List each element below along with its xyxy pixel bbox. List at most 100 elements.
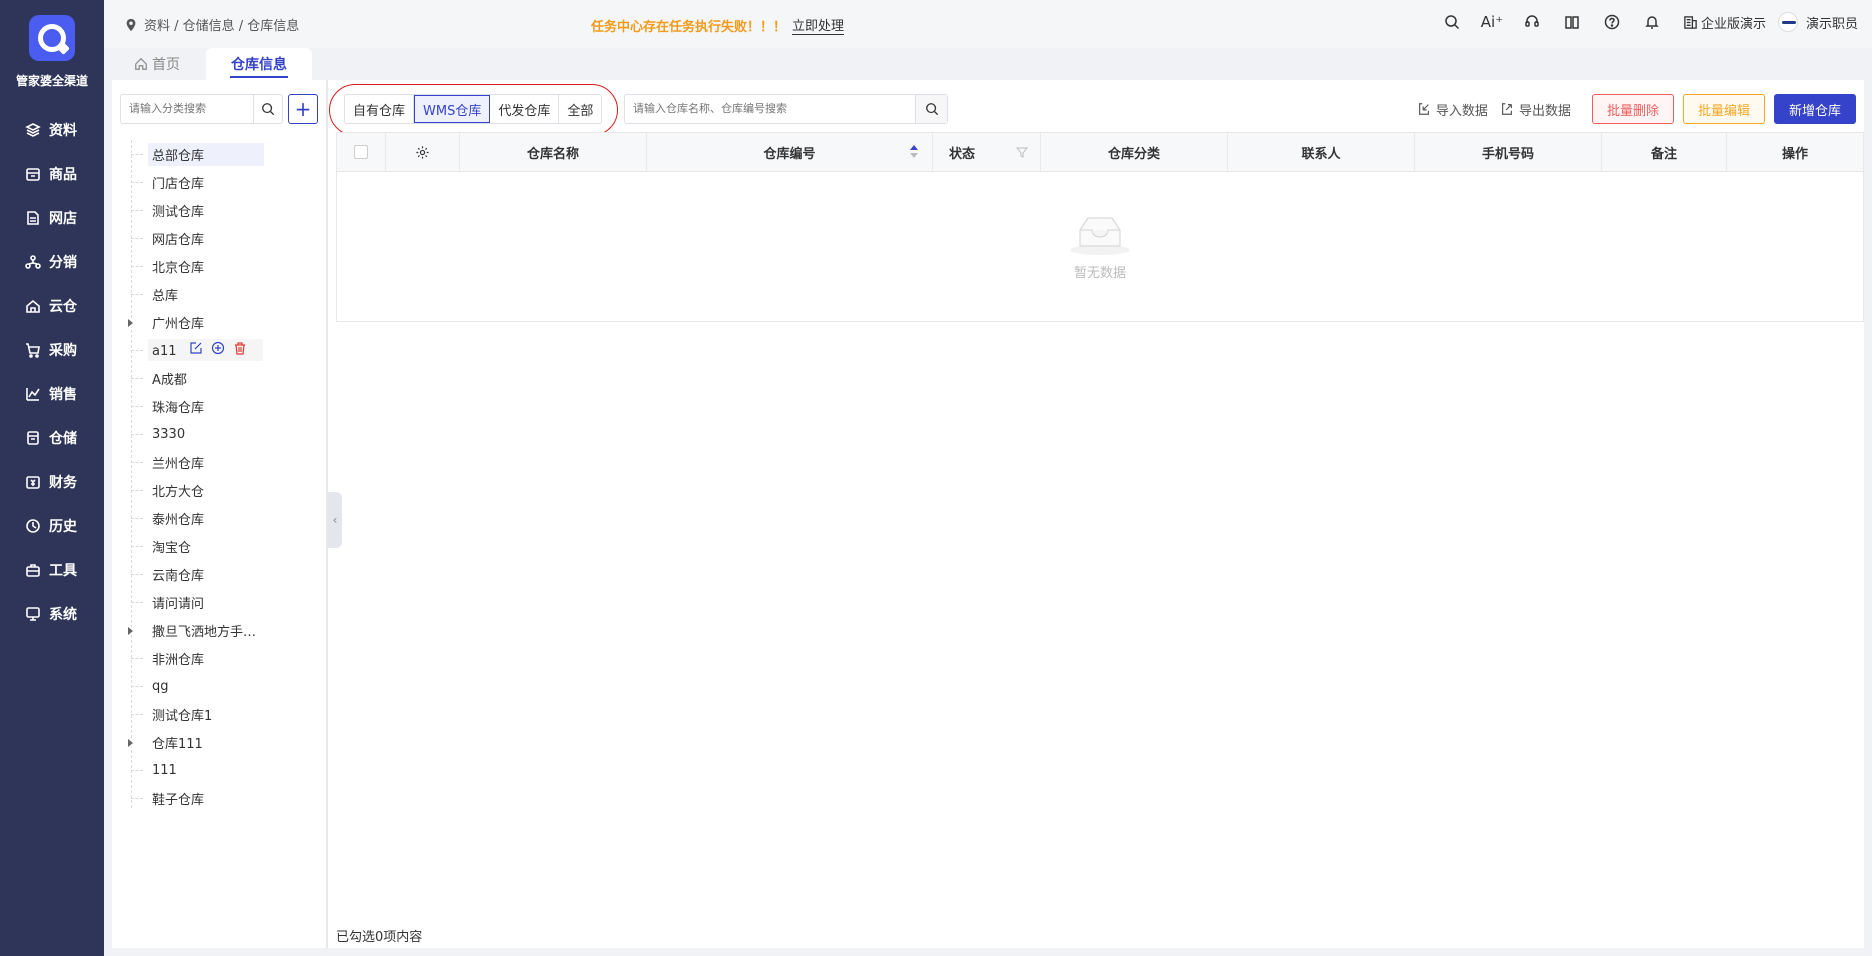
nav-item-lishi[interactable]: 历史 [0, 504, 104, 548]
breadcrumb-text: 资料 / 仓储信息 / 仓库信息 [144, 19, 300, 34]
nav-label: 采购 [49, 343, 77, 359]
column-header-remark[interactable]: 备注 [1602, 133, 1727, 171]
app-logo[interactable] [29, 15, 75, 61]
category-search-input[interactable] [121, 95, 253, 123]
export-data-button[interactable]: 导出数据 [1500, 100, 1571, 119]
tree-node[interactable]: 网店仓库 [120, 224, 320, 252]
tree-node[interactable]: 鞋子仓库 [120, 784, 320, 812]
tree-node[interactable]: 淘宝仓 [120, 532, 320, 560]
bell-icon[interactable] [1643, 13, 1661, 31]
filter-wms-warehouse[interactable]: WMS仓库 [414, 95, 491, 123]
empty-inbox-icon [1070, 217, 1130, 255]
expand-caret-icon[interactable] [128, 627, 133, 635]
enterprise-switch[interactable]: 企业版演示 [1683, 13, 1766, 32]
tree-node[interactable]: 门店仓库 [120, 168, 320, 196]
tree-node-label: 兰州仓库 [152, 456, 205, 472]
tree-node[interactable]: 北京仓库 [120, 252, 320, 280]
app-name: 管家婆全渠道 [15, 74, 88, 88]
tree-node-text: a11 [152, 344, 177, 359]
batch-delete-button[interactable]: 批量删除 [1591, 94, 1674, 124]
tree-node[interactable]: 云南仓库 [120, 560, 320, 588]
nav-item-caiwu[interactable]: 财务 [0, 460, 104, 504]
select-all-checkbox[interactable] [354, 145, 368, 159]
filter-all[interactable]: 全部 [559, 95, 601, 123]
batch-edit-button[interactable]: 批量编辑 [1682, 94, 1765, 124]
handle-now-link[interactable]: 立即处理 [792, 15, 845, 35]
gear-icon[interactable] [415, 145, 430, 160]
nav-label: 系统 [49, 607, 77, 623]
column-header-name[interactable]: 仓库名称 [460, 133, 647, 171]
sort-icon[interactable] [910, 145, 918, 159]
add-circle-icon[interactable] [211, 341, 225, 355]
import-data-button[interactable]: 导入数据 [1417, 100, 1488, 119]
tree-node[interactable]: qg [120, 672, 320, 700]
filter-own-warehouse[interactable]: 自有仓库 [345, 95, 415, 123]
expand-caret-icon[interactable] [128, 319, 133, 327]
help-icon[interactable] [1603, 13, 1621, 31]
tree-node-label: 3330 [152, 426, 186, 442]
tree-node[interactable]: 总库 [120, 280, 320, 308]
tree-node[interactable]: 111 [120, 756, 320, 784]
delete-icon[interactable] [233, 341, 247, 355]
tree-node[interactable]: 测试仓库1 [120, 700, 320, 728]
task-alert: 任务中心存在任务执行失败！！！ 立即处理 [591, 15, 845, 35]
edit-icon[interactable] [189, 341, 203, 355]
tree-node[interactable]: a11 [120, 336, 320, 364]
tree-node[interactable]: 珠海仓库 [120, 392, 320, 420]
column-header-phone[interactable]: 手机号码 [1415, 133, 1602, 171]
category-search-button[interactable] [253, 95, 282, 123]
nav-item-xitong[interactable]: 系统 [0, 592, 104, 636]
location-pin-icon [126, 18, 136, 31]
nav-item-xiaoshou[interactable]: 销售 [0, 372, 104, 416]
nav-item-shangpin[interactable]: 商品 [0, 152, 104, 196]
filter-icon[interactable] [1016, 146, 1028, 158]
nav-item-yuncang[interactable]: 云仓 [0, 284, 104, 328]
tree-node[interactable]: 3330 [120, 420, 320, 448]
tree-node[interactable]: 北方大仓 [120, 476, 320, 504]
tab-home[interactable]: 首页 [134, 48, 180, 80]
nav-item-ziliao[interactable]: 资料 [0, 108, 104, 152]
tree-node[interactable]: 非洲仓库 [120, 644, 320, 672]
tree-node[interactable]: 广州仓库 [120, 308, 320, 336]
user-menu[interactable]: 演示职员 [1777, 12, 1858, 32]
column-header-code[interactable]: 仓库编号 [647, 133, 933, 171]
search-icon[interactable] [1443, 13, 1461, 31]
filter-dropship-warehouse[interactable]: 代发仓库 [490, 95, 560, 123]
add-warehouse-button[interactable]: 新增仓库 [1773, 94, 1856, 124]
warehouse-search-button[interactable] [915, 95, 947, 123]
column-header-contact[interactable]: 联系人 [1228, 133, 1415, 171]
book-icon[interactable] [1563, 13, 1581, 31]
column-header-status[interactable]: 状态 [933, 133, 1041, 171]
nav-item-gongju[interactable]: 工具 [0, 548, 104, 592]
warehouse-search-input[interactable] [625, 95, 915, 123]
tree-node[interactable]: 兰州仓库 [120, 448, 320, 476]
expand-caret-icon[interactable] [128, 739, 133, 747]
tree-node-label: 网店仓库 [152, 232, 205, 248]
tab-warehouse-info[interactable]: 仓库信息 [206, 48, 312, 80]
tree-node[interactable]: 泰州仓库 [120, 504, 320, 532]
tree-node-label: 请问请问 [152, 596, 205, 612]
column-header-category[interactable]: 仓库分类 [1041, 133, 1228, 171]
tree-node-label: 测试仓库1 [152, 708, 213, 724]
tree-node[interactable]: 请问请问 [120, 588, 320, 616]
tree-node[interactable]: 测试仓库 [120, 196, 320, 224]
nav-item-caigou[interactable]: 采购 [0, 328, 104, 372]
nav-item-cangchu[interactable]: 仓储 [0, 416, 104, 460]
tree-node-label: 总部仓库 [148, 142, 265, 166]
category-tree: 总部仓库 门店仓库 测试仓库 网店仓库 北京仓库 总库 广州仓库 a11 A成都… [120, 140, 320, 812]
sidebar: 管家婆全渠道 资料 商品 网店 分销 云仓 采购 销售 仓储 财务 历史 工具 … [0, 0, 104, 956]
box-icon [26, 168, 40, 181]
tree-node[interactable]: A成都 [120, 364, 320, 392]
tree-node[interactable]: 总部仓库 [120, 140, 320, 168]
headset-icon[interactable] [1523, 13, 1541, 31]
add-category-button[interactable]: + [288, 94, 318, 124]
tree-node[interactable]: 撒旦飞洒地方手… [120, 616, 320, 644]
nav-item-wangdian[interactable]: 网店 [0, 196, 104, 240]
tree-node-label: 广州仓库 [152, 316, 205, 332]
warehouse-type-filter: 自有仓库 WMS仓库 代发仓库 全部 [344, 94, 603, 124]
tree-node[interactable]: 仓库111 [120, 728, 320, 756]
nav-label: 销售 [49, 387, 77, 403]
nav-label: 资料 [49, 123, 77, 139]
ai-assistant-icon[interactable]: Ai⁺ [1481, 13, 1503, 31]
nav-item-fenxiao[interactable]: 分销 [0, 240, 104, 284]
